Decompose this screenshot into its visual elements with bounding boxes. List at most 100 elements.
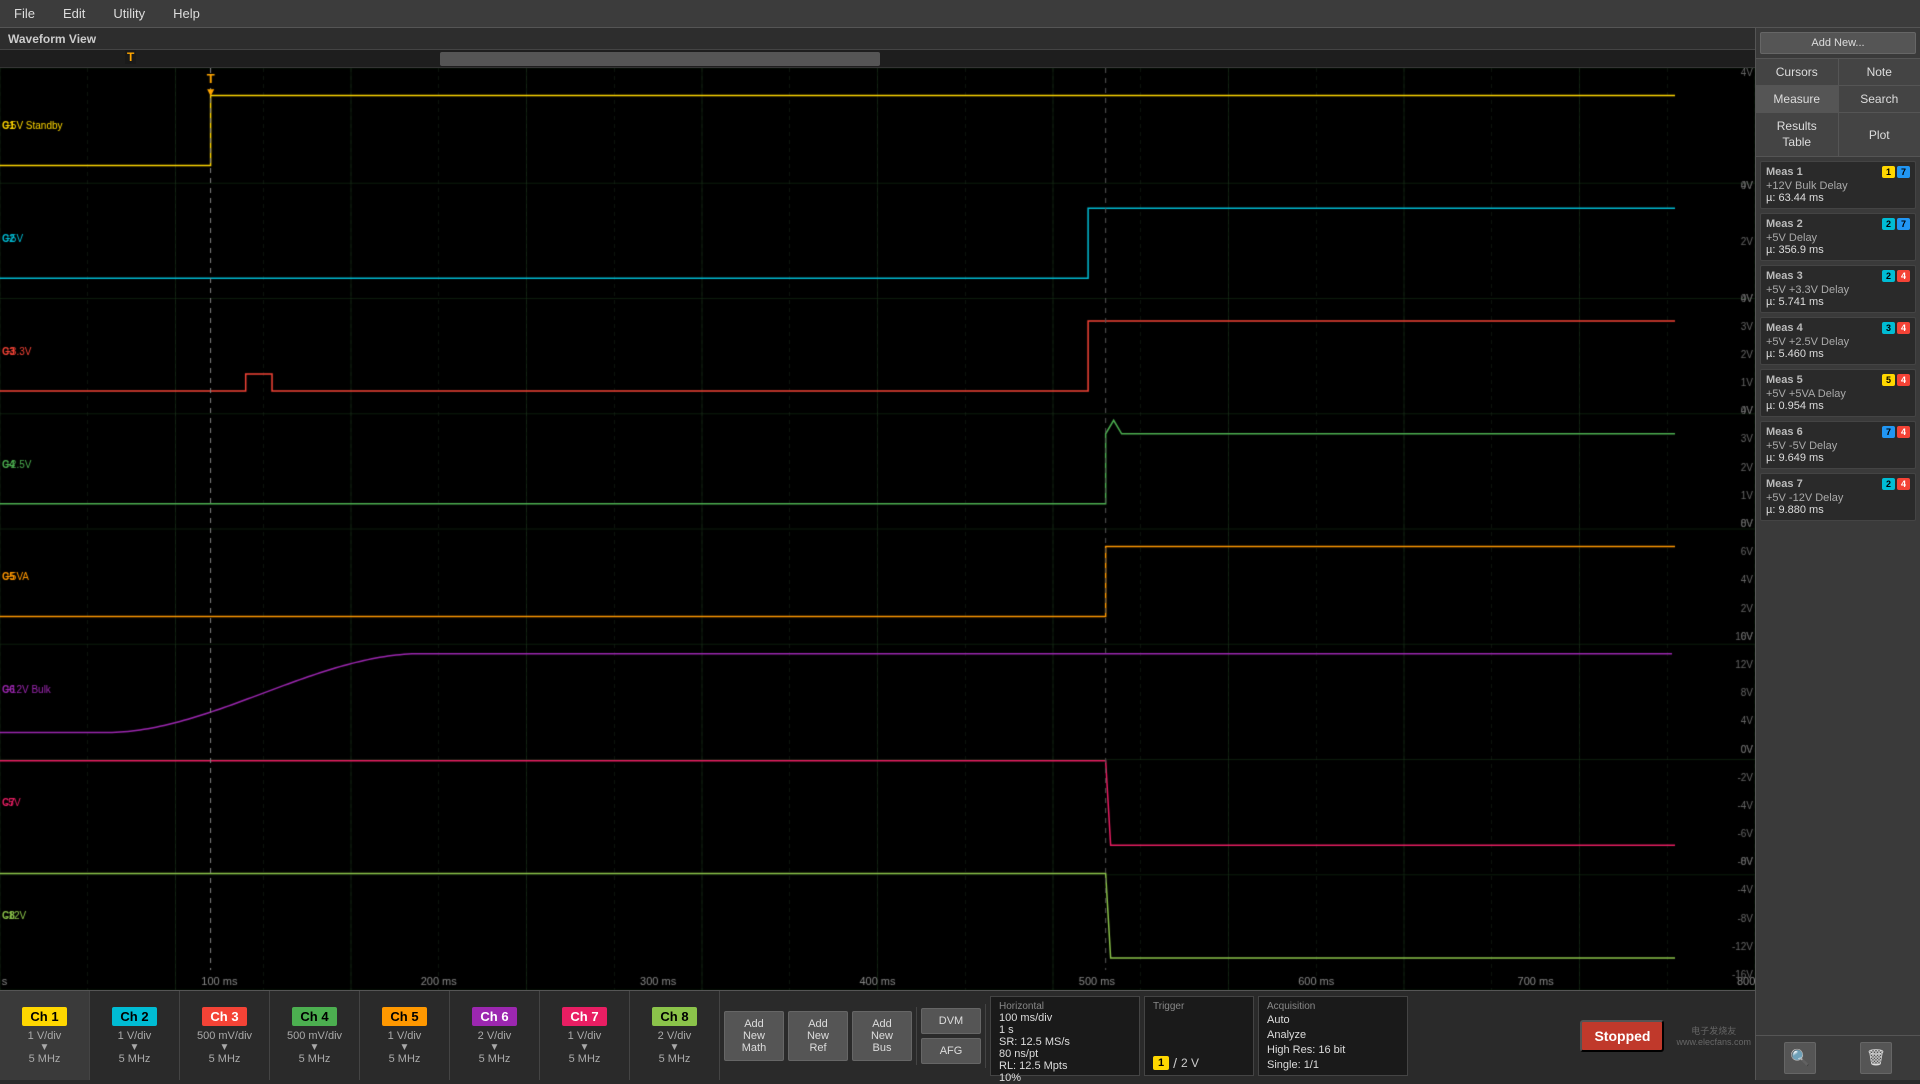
ch-vdiv-4: 500 mV/div [287, 1030, 342, 1042]
ch-mhz-8: 5 MHz [659, 1053, 691, 1065]
horizontal-record: 1 s [999, 1024, 1131, 1036]
stopped-button[interactable]: Stopped [1580, 1020, 1664, 1052]
note-button[interactable]: Note [1839, 59, 1920, 85]
ch-name-4: Ch 4 [292, 1007, 336, 1026]
waveform-titlebar: Waveform View [0, 28, 1755, 50]
meas-label-4: +5V +2.5V Delay [1766, 336, 1910, 348]
menu-help[interactable]: Help [159, 2, 214, 25]
meas-value-1: µ: 63.44 ms [1766, 192, 1910, 204]
ch-mhz-7: 5 MHz [569, 1053, 601, 1065]
waveform-area: Waveform View ▼ T Ch 1 1 V/div ▼ 5 MHz C… [0, 28, 1755, 1080]
meas-title-3: Meas 3 [1766, 270, 1803, 282]
results-table-button[interactable]: Results Table [1756, 113, 1839, 156]
meas-chip1-6: 7 [1882, 426, 1895, 438]
ch-vdiv-2: 1 V/div [118, 1030, 152, 1042]
scroll-thumb[interactable] [440, 52, 880, 66]
horizontal-sr: SR: 12.5 MS/s [999, 1036, 1131, 1048]
ch-freq-8: ▼ [670, 1042, 680, 1053]
add-new-ref-button[interactable]: Add New Ref [788, 1011, 848, 1061]
horizontal-ns-pt: 80 ns/pt [999, 1048, 1131, 1060]
ch-name-6: Ch 6 [472, 1007, 516, 1026]
channel-block-6[interactable]: Ch 6 2 V/div ▼ 5 MHz [450, 991, 540, 1080]
meas-chip2-2: 7 [1897, 218, 1910, 230]
cursors-button[interactable]: Cursors [1756, 59, 1839, 85]
cursors-note-row: Cursors Note [1756, 59, 1920, 86]
time-scrollbar[interactable]: ▼ T [0, 50, 1755, 68]
channel-block-8[interactable]: Ch 8 2 V/div ▼ 5 MHz [630, 991, 720, 1080]
meas-chip2-7: 4 [1897, 478, 1910, 490]
trigger-level: 2 V [1181, 1056, 1199, 1070]
ch-freq-1: ▼ [40, 1042, 50, 1053]
meas-title-4: Meas 4 [1766, 322, 1803, 334]
meas-title-2: Meas 2 [1766, 218, 1803, 230]
meas-item-7[interactable]: Meas 7 2 4 +5V -12V Delay µ: 9.880 ms [1760, 473, 1916, 521]
meas-item-2[interactable]: Meas 2 2 7 +5V Delay µ: 356.9 ms [1760, 213, 1916, 261]
search-button[interactable]: Search [1839, 86, 1920, 112]
search-icon-button[interactable]: 🔍 [1784, 1042, 1816, 1074]
ch-vdiv-1: 1 V/div [28, 1030, 62, 1042]
meas-chip1-1: 1 [1882, 166, 1895, 178]
measure-button[interactable]: Measure [1756, 86, 1839, 112]
horizontal-info: Horizontal 100 ms/div 1 s SR: 12.5 MS/s … [990, 996, 1140, 1076]
add-new-bus-button[interactable]: Add New Bus [852, 1011, 912, 1061]
trigger-t-label: T [125, 50, 136, 64]
ch-vdiv-8: 2 V/div [658, 1030, 692, 1042]
waveform-canvas [0, 68, 1755, 990]
menu-utility[interactable]: Utility [99, 2, 159, 25]
channel-block-5[interactable]: Ch 5 1 V/div ▼ 5 MHz [360, 991, 450, 1080]
horizontal-title: Horizontal [999, 1001, 1131, 1012]
trigger-channel-row: 1 / 2 V [1153, 1055, 1245, 1071]
trigger-icon: / [1173, 1055, 1177, 1071]
dvm-button[interactable]: DVM [921, 1008, 981, 1034]
acquisition-analyze: Analyze [1267, 1029, 1399, 1041]
menu-file[interactable]: File [0, 2, 49, 25]
trigger-info: Trigger 1 / 2 V [1144, 996, 1254, 1076]
trigger-channel-chip: 1 [1153, 1056, 1169, 1070]
acquisition-res: High Res: 16 bit [1267, 1044, 1399, 1056]
trigger-title: Trigger [1153, 1001, 1245, 1012]
meas-value-2: µ: 356.9 ms [1766, 244, 1910, 256]
ch-vdiv-7: 1 V/div [568, 1030, 602, 1042]
afg-button[interactable]: AFG [921, 1038, 981, 1064]
waveform-canvas-container[interactable] [0, 68, 1755, 990]
channel-block-7[interactable]: Ch 7 1 V/div ▼ 5 MHz [540, 991, 630, 1080]
channel-blocks: Ch 1 1 V/div ▼ 5 MHz Ch 2 1 V/div ▼ 5 MH… [0, 991, 720, 1080]
meas-item-6[interactable]: Meas 6 7 4 +5V -5V Delay µ: 9.649 ms [1760, 421, 1916, 469]
meas-item-1[interactable]: Meas 1 1 7 +12V Bulk Delay µ: 63.44 ms [1760, 161, 1916, 209]
horizontal-time-div: 100 ms/div [999, 1012, 1131, 1024]
ch-mhz-2: 5 MHz [119, 1053, 151, 1065]
meas-item-4[interactable]: Meas 4 3 4 +5V +2.5V Delay µ: 5.460 ms [1760, 317, 1916, 365]
ch-name-8: Ch 8 [652, 1007, 696, 1026]
meas-chip1-4: 3 [1882, 322, 1895, 334]
channel-block-3[interactable]: Ch 3 500 mV/div ▼ 5 MHz [180, 991, 270, 1080]
channel-block-4[interactable]: Ch 4 500 mV/div ▼ 5 MHz [270, 991, 360, 1080]
acquisition-info: Acquisition Auto Analyze High Res: 16 bi… [1258, 996, 1408, 1076]
measure-search-row: Measure Search [1756, 86, 1920, 113]
meas-item-3[interactable]: Meas 3 2 4 +5V +3.3V Delay µ: 5.741 ms [1760, 265, 1916, 313]
menubar: File Edit Utility Help [0, 0, 1920, 28]
measurements-list: Meas 1 1 7 +12V Bulk Delay µ: 63.44 ms M… [1756, 157, 1920, 1035]
meas-chip2-5: 4 [1897, 374, 1910, 386]
channel-block-1[interactable]: Ch 1 1 V/div ▼ 5 MHz [0, 991, 90, 1080]
add-new-button[interactable]: Add New... [1760, 32, 1916, 54]
meas-title-6: Meas 6 [1766, 426, 1803, 438]
add-new-math-button[interactable]: Add New Math [724, 1011, 784, 1061]
results-plot-row: Results Table Plot [1756, 113, 1920, 157]
right-panel: Add New... Cursors Note Measure Search R… [1755, 28, 1920, 1080]
meas-value-6: µ: 9.649 ms [1766, 452, 1910, 464]
meas-chip1-7: 2 [1882, 478, 1895, 490]
ch-freq-4: ▼ [310, 1042, 320, 1053]
ch-mhz-3: 5 MHz [209, 1053, 241, 1065]
meas-title-1: Meas 1 [1766, 166, 1803, 178]
meas-item-5[interactable]: Meas 5 5 4 +5V +5VA Delay µ: 0.954 ms [1760, 369, 1916, 417]
menu-edit[interactable]: Edit [49, 2, 99, 25]
meas-chip2-4: 4 [1897, 322, 1910, 334]
plot-button[interactable]: Plot [1839, 113, 1920, 156]
ch-name-3: Ch 3 [202, 1007, 246, 1026]
meas-chip2-1: 7 [1897, 166, 1910, 178]
meas-chip1-2: 2 [1882, 218, 1895, 230]
add-new-area: Add New... [1756, 28, 1920, 59]
channel-block-2[interactable]: Ch 2 1 V/div ▼ 5 MHz [90, 991, 180, 1080]
trash-icon-button[interactable]: 🗑 [1860, 1042, 1892, 1074]
right-panel-bottom: 🔍 🗑 [1756, 1035, 1920, 1080]
